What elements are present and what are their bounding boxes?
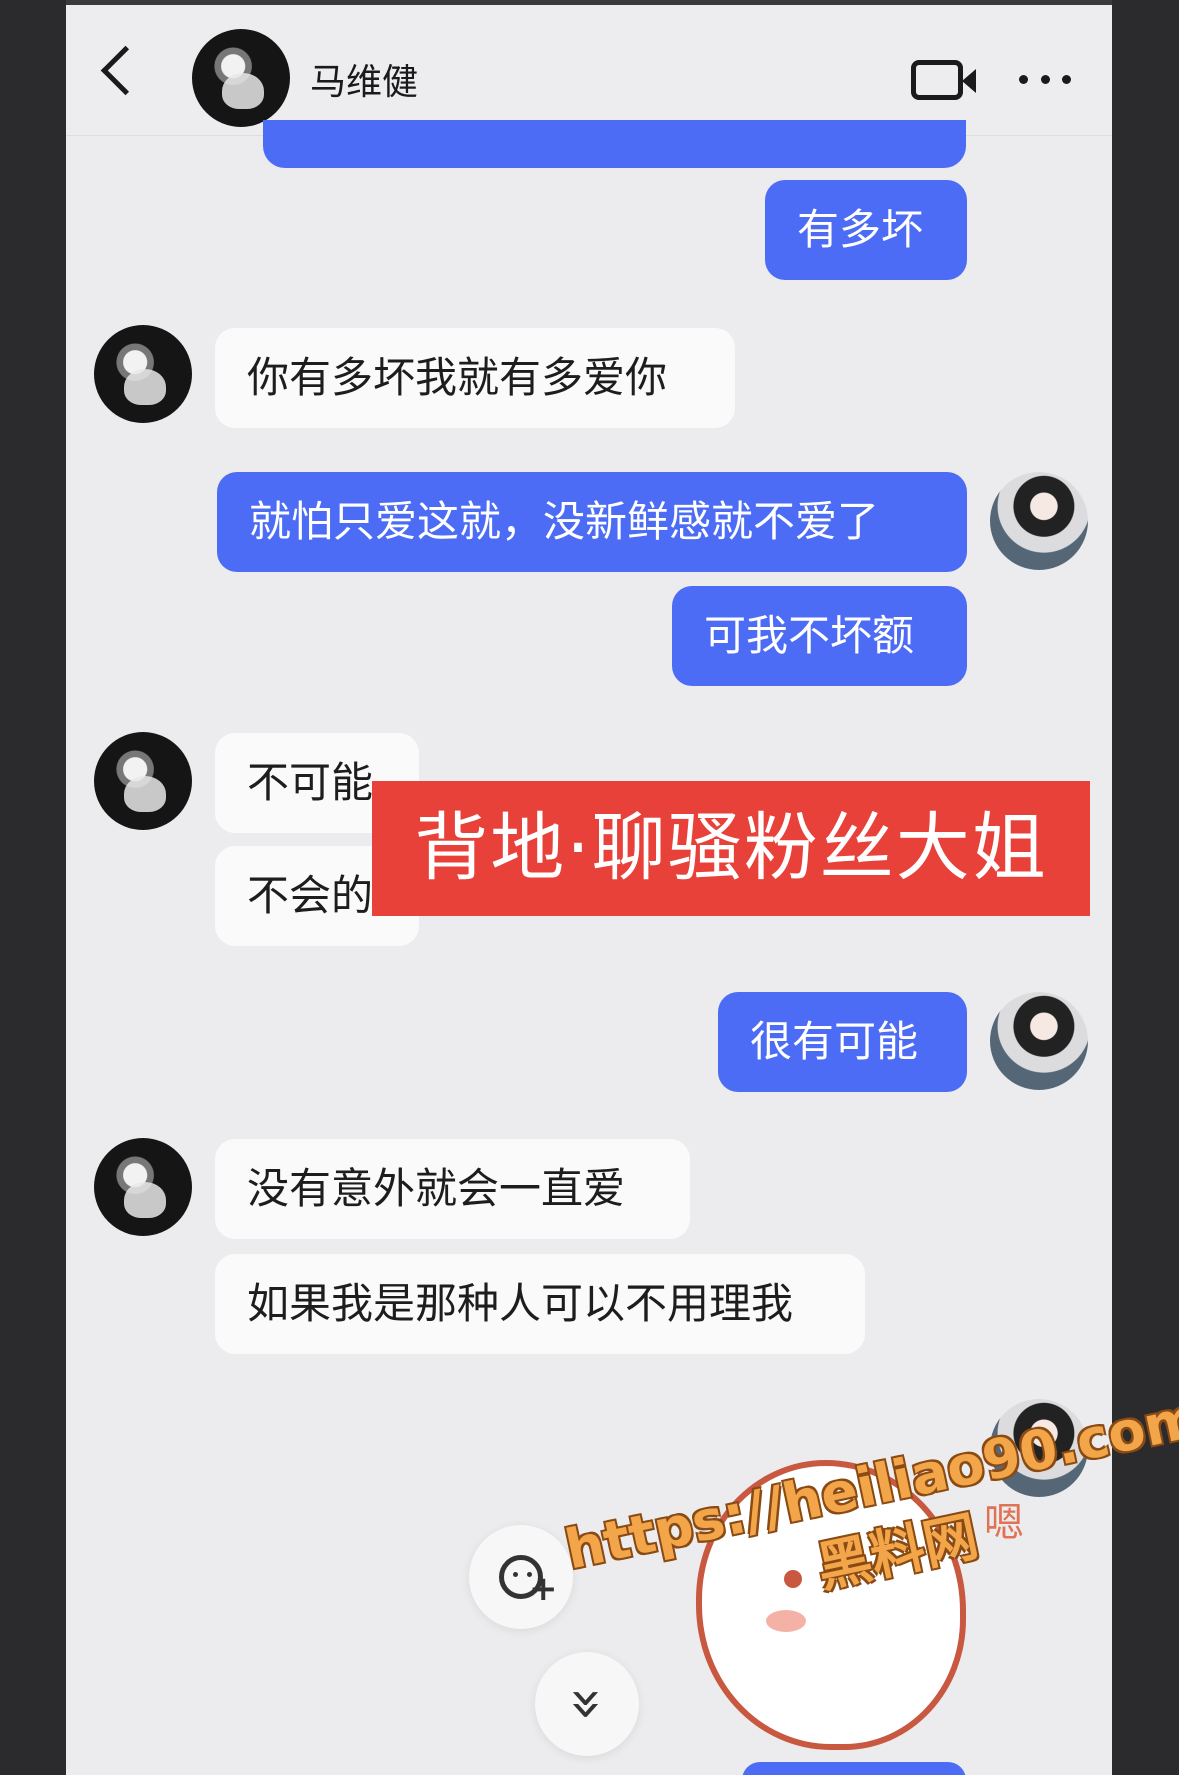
contact-avatar[interactable]: [94, 1138, 192, 1236]
double-chevron-down-icon: »: [554, 1686, 620, 1722]
emoji-add-button[interactable]: [469, 1525, 573, 1629]
contact-avatar[interactable]: [192, 29, 290, 127]
contact-name: 马维健: [310, 62, 419, 103]
my-avatar[interactable]: [990, 472, 1088, 570]
chat-header: 马维健: [66, 5, 1112, 136]
message-bubble-theirs[interactable]: 没有意外就会一直爱: [215, 1139, 690, 1239]
emoji-add-icon: [499, 1555, 558, 1606]
video-call-icon[interactable]: [911, 60, 976, 100]
contact-avatar[interactable]: [94, 325, 192, 423]
overlay-banner: 背地·聊骚粉丝大姐: [372, 781, 1090, 916]
message-bubble-mine[interactable]: 很有可能: [718, 992, 967, 1092]
chevron-left-icon[interactable]: [100, 45, 151, 96]
contact-avatar[interactable]: [94, 732, 192, 830]
my-avatar[interactable]: [990, 992, 1088, 1090]
more-horizontal-icon[interactable]: [1019, 75, 1071, 87]
scroll-down-button[interactable]: »: [535, 1652, 639, 1756]
message-bubble-mine[interactable]: 有多坏: [765, 180, 967, 280]
partial-message-bubble: [742, 1762, 966, 1775]
partial-message-bubble: [263, 120, 966, 168]
message-bubble-mine[interactable]: 就怕只爱这就，没新鲜感就不爱了: [217, 472, 967, 572]
message-bubble-mine[interactable]: 可我不坏额: [672, 586, 967, 686]
message-bubble-theirs[interactable]: 如果我是那种人可以不用理我: [215, 1254, 865, 1354]
message-bubble-theirs[interactable]: 你有多坏我就有多爱你: [215, 328, 735, 428]
